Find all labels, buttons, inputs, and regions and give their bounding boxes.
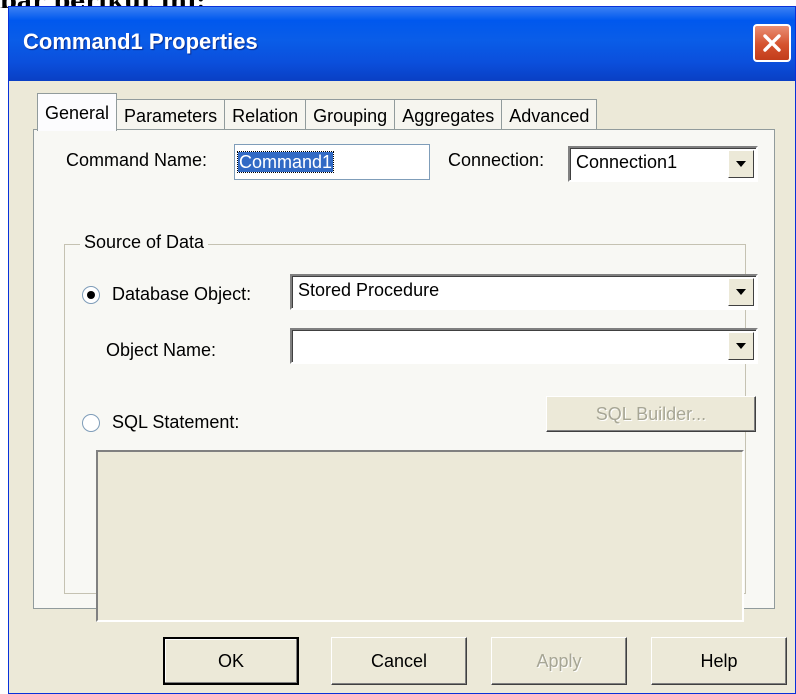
source-of-data-label: Source of Data [80,232,209,253]
tab-grouping[interactable]: Grouping [305,99,396,131]
command-name-label: Command Name: [66,150,208,170]
ok-button[interactable]: OK [163,637,299,685]
dialog-title: Command1 Properties [23,29,258,54]
database-object-dropdown-button[interactable] [728,278,754,306]
chevron-down-icon [736,289,746,295]
connection-value: Connection1 [576,152,678,172]
database-object-value: Stored Procedure [298,280,440,300]
sql-statement-label: SQL Statement: [112,412,240,432]
sql-statement-radio[interactable] [82,414,100,432]
apply-button[interactable]: Apply [491,637,627,685]
title-bar[interactable]: Command1 Properties [9,7,795,81]
database-object-dropdown[interactable]: Stored Procedure [290,274,758,310]
database-object-radio[interactable] [82,286,100,304]
cancel-button[interactable]: Cancel [331,637,467,685]
connection-dropdown-button[interactable] [728,150,754,178]
command-name-value: Command1 [236,151,335,173]
properties-dialog: Command1 Properties General Parameters R… [8,6,796,694]
close-button[interactable] [753,24,791,62]
tab-parameters[interactable]: Parameters [116,99,226,131]
tab-aggregates[interactable]: Aggregates [394,99,503,131]
tab-strip: General Parameters Relation Grouping Agg… [37,91,598,131]
database-object-label: Database Object: [112,284,252,304]
connection-label: Connection: [448,150,545,170]
chevron-down-icon [736,343,746,349]
tab-general[interactable]: General [37,93,118,131]
sql-builder-button[interactable]: SQL Builder... [546,396,756,432]
tab-advanced[interactable]: Advanced [501,99,598,131]
dialog-client: General Parameters Relation Grouping Agg… [15,85,789,687]
general-tab-panel: Command Name: Command1 Connection: Conne… [33,129,775,622]
command-name-field[interactable]: Command1 [234,144,430,180]
object-name-label: Object Name: [106,340,217,360]
tab-relation[interactable]: Relation [224,99,307,131]
object-name-dropdown[interactable] [290,328,758,364]
connection-dropdown[interactable]: Connection1 [568,146,758,182]
chevron-down-icon [736,161,746,167]
radio-selected-dot [87,291,95,299]
sql-statement-textarea[interactable] [96,450,744,622]
close-icon [763,34,781,52]
help-button[interactable]: Help [651,637,787,685]
object-name-dropdown-button[interactable] [728,332,754,360]
